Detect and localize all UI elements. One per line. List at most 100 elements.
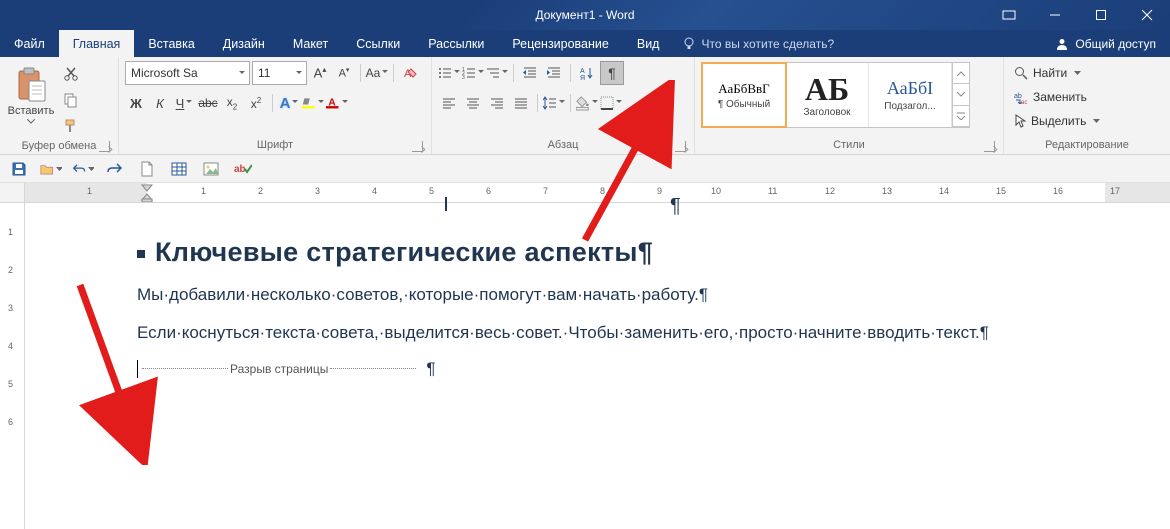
align-center-button[interactable]	[462, 92, 484, 114]
grow-font-button[interactable]: A▴	[309, 62, 331, 84]
increase-indent-button[interactable]	[543, 62, 565, 84]
svg-text:A: A	[580, 68, 585, 75]
format-painter-button[interactable]	[60, 115, 82, 137]
tab-design[interactable]: Дизайн	[209, 30, 279, 57]
change-case-button[interactable]: Aa	[366, 62, 388, 84]
bullets-button[interactable]	[438, 62, 460, 84]
subscript-button[interactable]: x2	[221, 92, 243, 114]
tab-mailings[interactable]: Рассылки	[414, 30, 498, 57]
cut-button[interactable]	[60, 63, 82, 85]
gallery-up-button[interactable]	[953, 63, 969, 84]
title-bar: Документ1 - Word	[0, 0, 1170, 30]
text-cursor	[137, 360, 138, 378]
tab-view[interactable]: Вид	[623, 30, 674, 57]
redo-button[interactable]	[104, 158, 126, 180]
document-paragraph: Мы·добавили·несколько·советов,·которые·п…	[137, 282, 1150, 308]
find-button[interactable]: Найти	[1010, 62, 1104, 84]
tell-me-placeholder: Что вы хотите сделать?	[701, 37, 834, 51]
style-subheading[interactable]: АаБбІ Подзагол...	[869, 63, 952, 127]
indent-marker-icon[interactable]	[141, 183, 153, 202]
ribbon-options-icon[interactable]	[986, 0, 1032, 30]
bullet-icon	[137, 250, 145, 258]
share-label: Общий доступ	[1075, 37, 1156, 51]
line-spacing-button[interactable]	[543, 92, 565, 114]
borders-button[interactable]	[600, 92, 622, 114]
new-button[interactable]	[136, 158, 158, 180]
svg-text:Я: Я	[580, 75, 585, 80]
tab-layout[interactable]: Макет	[279, 30, 342, 57]
styles-gallery[interactable]: АаБбВвГ ¶ Обычный АБ Заголовок АаБбІ Под…	[701, 62, 970, 128]
style-normal[interactable]: АаБбВвГ ¶ Обычный	[701, 62, 787, 128]
gallery-scroll	[952, 63, 969, 127]
chevron-down-icon	[1093, 119, 1100, 123]
sort-button[interactable]: AЯ	[576, 62, 598, 84]
window-controls	[986, 0, 1170, 30]
tab-review[interactable]: Рецензирование	[498, 30, 623, 57]
caret-mark	[445, 197, 447, 211]
maximize-button[interactable]	[1078, 0, 1124, 30]
paste-button[interactable]: Вставить	[6, 60, 56, 130]
dialog-launcher-icon[interactable]	[675, 141, 686, 152]
highlight-button[interactable]	[302, 92, 324, 114]
svg-text:ac: ac	[1021, 100, 1027, 104]
tab-home[interactable]: Главная	[59, 30, 135, 57]
dialog-launcher-icon[interactable]	[99, 141, 110, 152]
italic-button[interactable]: К	[149, 92, 171, 114]
close-button[interactable]	[1124, 0, 1170, 30]
font-name-combo[interactable]: Microsoft Sa	[125, 61, 250, 85]
replace-button[interactable]: abac Заменить	[1010, 86, 1104, 108]
shrink-font-button[interactable]: A▾	[333, 62, 355, 84]
justify-button[interactable]	[510, 92, 532, 114]
document-page[interactable]: ¶ Ключевые стратегические аспекты¶ Мы·до…	[25, 203, 1170, 529]
multilevel-list-button[interactable]	[486, 62, 508, 84]
select-button[interactable]: Выделить	[1010, 110, 1104, 132]
copy-button[interactable]	[60, 89, 82, 111]
decrease-indent-button[interactable]	[519, 62, 541, 84]
open-button[interactable]	[40, 158, 62, 180]
document-heading: Ключевые стратегические аспекты¶	[137, 237, 1150, 268]
align-left-button[interactable]	[438, 92, 460, 114]
strikethrough-button[interactable]: abc	[197, 92, 219, 114]
window-title: Документ1 - Word	[535, 8, 634, 22]
show-hide-paragraph-button[interactable]: ¶	[600, 61, 624, 85]
group-font-label: Шрифт	[125, 136, 425, 154]
quick-access-toolbar: ab	[0, 155, 1170, 183]
tab-insert[interactable]: Вставка	[134, 30, 208, 57]
undo-button[interactable]	[72, 158, 94, 180]
pilcrow-mark: ¶	[670, 195, 681, 218]
gallery-more-button[interactable]	[953, 106, 969, 127]
vertical-ruler[interactable]: 1 2 3 4 5 6	[0, 203, 25, 529]
group-paragraph-label: Абзац	[438, 136, 688, 154]
dialog-launcher-icon[interactable]	[412, 141, 423, 152]
document-area: 1 2 3 4 5 6 ¶ Ключевые стратегические ас…	[0, 203, 1170, 529]
spelling-button[interactable]: ab	[232, 158, 254, 180]
dialog-launcher-icon[interactable]	[984, 141, 995, 152]
underline-button[interactable]: Ч	[173, 92, 195, 114]
group-clipboard: Вставить Буфер обмена	[0, 57, 119, 154]
numbering-button[interactable]: 123	[462, 62, 484, 84]
superscript-button[interactable]: x2	[245, 92, 267, 114]
minimize-button[interactable]	[1032, 0, 1078, 30]
bold-button[interactable]: Ж	[125, 92, 147, 114]
text-effects-button[interactable]: A	[278, 92, 300, 114]
group-clipboard-label: Буфер обмена	[6, 137, 112, 154]
font-color-button[interactable]: A	[326, 92, 348, 114]
ribbon: Вставить Буфер обмена Microsoft Sa 11 A▴…	[0, 57, 1170, 155]
style-heading[interactable]: АБ Заголовок	[786, 63, 869, 127]
tab-file[interactable]: Файл	[0, 30, 59, 57]
save-button[interactable]	[8, 158, 30, 180]
gallery-down-button[interactable]	[953, 84, 969, 105]
shading-button[interactable]	[576, 92, 598, 114]
table-button[interactable]	[168, 158, 190, 180]
ribbon-tabs: Файл Главная Вставка Дизайн Макет Ссылки…	[0, 30, 1170, 57]
clear-formatting-button[interactable]: A	[399, 62, 421, 84]
font-size-combo[interactable]: 11	[252, 61, 307, 85]
tab-references[interactable]: Ссылки	[342, 30, 414, 57]
tell-me-search[interactable]: Что вы хотите сделать?	[673, 30, 844, 57]
picture-button[interactable]	[200, 158, 222, 180]
ruler-area: 1 1 2 3 4 5 6 7 8 9 10 11 12 13 14 15 16…	[0, 183, 1170, 203]
align-right-button[interactable]	[486, 92, 508, 114]
horizontal-ruler[interactable]: 1 1 2 3 4 5 6 7 8 9 10 11 12 13 14 15 16…	[25, 183, 1170, 202]
group-editing: Найти abac Заменить Выделить Редактирова…	[1004, 57, 1170, 154]
share-button[interactable]: Общий доступ	[1041, 30, 1170, 57]
